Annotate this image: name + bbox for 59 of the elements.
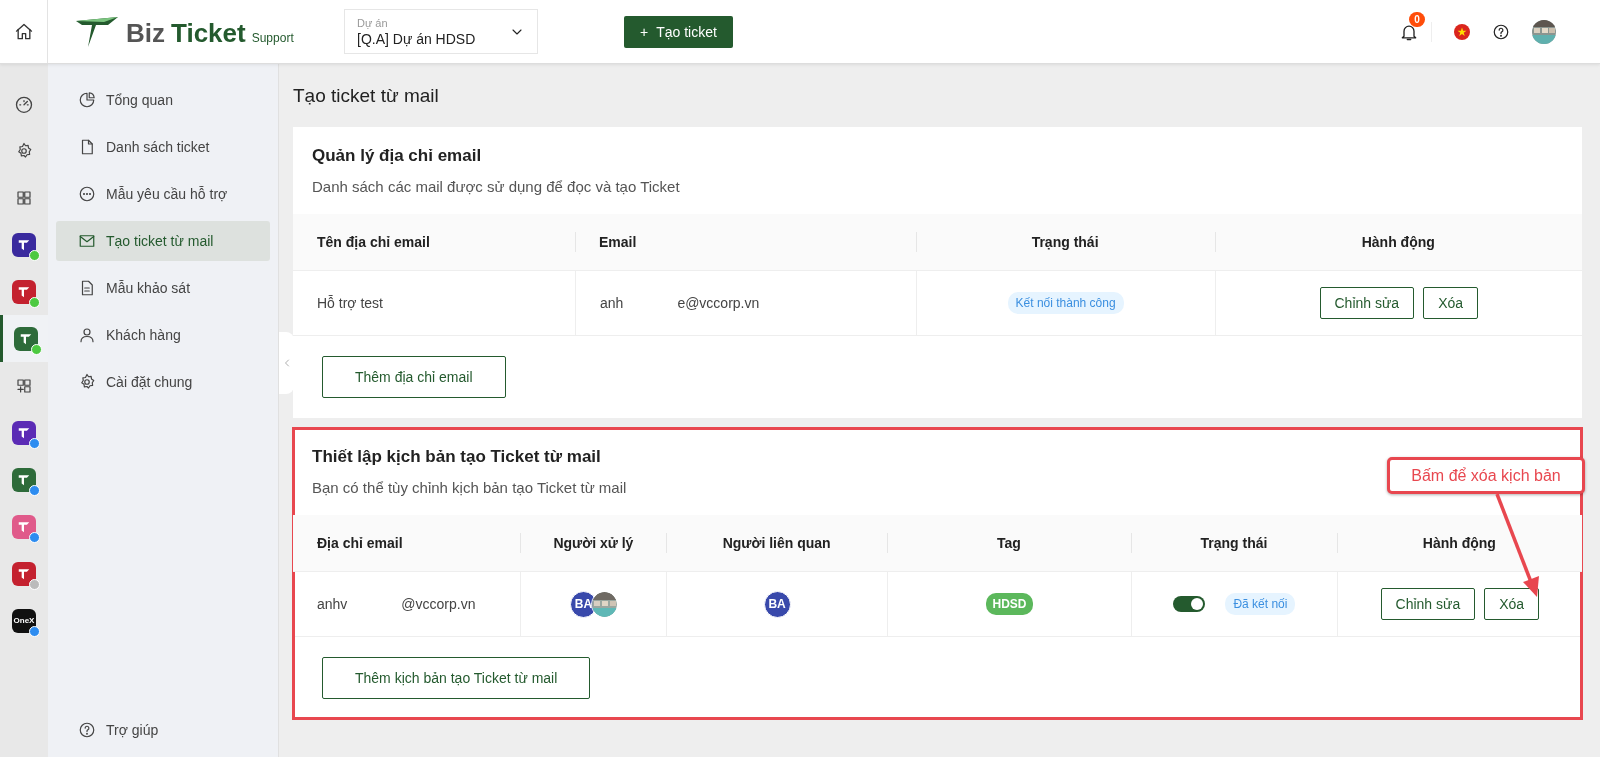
logo-text: Ticket — [171, 17, 246, 49]
table-cell: Hỗ trợ test — [317, 295, 383, 311]
column-header: Trạng thái — [1200, 535, 1268, 551]
column-header: Trạng thái — [1031, 234, 1099, 250]
status-badge: Kết nối thành công — [1007, 292, 1124, 314]
column-header: Người liên quan — [722, 535, 831, 551]
sidebar-item[interactable]: Tạo ticket từ mail — [56, 221, 270, 261]
sidebar-item[interactable]: Mẫu yêu cầu hỗ trợ — [56, 174, 270, 214]
card-subtitle: Danh sách các mail được sử dụng để đọc và tạo Ticket — [311, 177, 681, 195]
card-title: Thiết lập kịch bản tạo Ticket từ mail — [311, 447, 602, 467]
email-end: e@vccorp.vn — [677, 295, 760, 311]
callout-note: Bấm để xóa kịch bản — [1387, 457, 1585, 494]
add-button[interactable]: Thêm kịch bản tạo Ticket từ mail — [322, 657, 591, 699]
logo-icon — [74, 14, 120, 49]
tag: HDSD — [986, 593, 1033, 615]
settings-icon — [78, 373, 96, 391]
chat-icon — [78, 185, 96, 203]
help-icon — [78, 721, 96, 739]
create-ticket-button[interactable]: + Tạo ticket — [624, 15, 733, 48]
sidebar-item[interactable]: Mẫu khảo sát — [56, 268, 270, 308]
help-icon — [1492, 22, 1510, 41]
column-header: Người xử lý — [553, 535, 634, 551]
add-apps-icon — [15, 376, 33, 395]
logo-text: Biz — [126, 17, 165, 49]
home-icon — [13, 21, 34, 42]
status-badge: Đã kết nối — [1225, 593, 1296, 615]
action-button[interactable]: Chỉnh sửa — [1319, 287, 1415, 319]
column-header: Email — [599, 234, 637, 250]
avatar: BA — [763, 590, 791, 618]
sidebar-item[interactable]: Danh sách ticket — [56, 127, 270, 167]
column-header: Tag — [997, 535, 1021, 551]
column-header: Địa chỉ email — [317, 535, 403, 551]
column-header: Hành động — [1361, 234, 1435, 250]
card-title: Quản lý địa chỉ email — [311, 146, 483, 166]
add-button[interactable]: Thêm địa chỉ email — [322, 356, 506, 398]
action-button[interactable]: Xóa — [1484, 588, 1540, 620]
action-button[interactable]: Xóa — [1423, 287, 1479, 319]
project-select[interactable]: Dự án [Q.A] Dự án HDSD — [344, 9, 538, 54]
action-button[interactable]: Chỉnh sửa — [1380, 588, 1476, 620]
email-start: anhv — [317, 596, 348, 612]
email-start: anh — [600, 295, 624, 311]
column-header: Tên địa chỉ email — [317, 234, 430, 250]
sidebar-item[interactable]: Tổng quan — [56, 80, 270, 120]
logo-subtitle: Support — [251, 30, 294, 45]
sidebar-item[interactable]: Khách hàng — [56, 315, 270, 355]
page-title: Tạo ticket từ mail — [293, 85, 440, 108]
mail-icon — [78, 232, 96, 250]
sidebar-item[interactable]: Cài đặt chung — [56, 362, 270, 402]
notification-badge: 0 — [1409, 11, 1425, 27]
card-subtitle: Bạn có thể tùy chỉnh kịch bản tạo Ticket từ mail — [311, 478, 628, 496]
settings-icon — [15, 141, 33, 160]
help-link[interactable]: Trợ giúp — [56, 712, 270, 748]
user-icon — [78, 326, 96, 344]
grid-icon — [15, 188, 33, 207]
flag-icon[interactable] — [1454, 23, 1470, 40]
pie-chart-icon — [78, 91, 96, 109]
email-end: @vccorp.vn — [401, 596, 476, 612]
column-header: Hành động — [1422, 535, 1496, 551]
toggle-switch[interactable] — [1173, 596, 1206, 612]
